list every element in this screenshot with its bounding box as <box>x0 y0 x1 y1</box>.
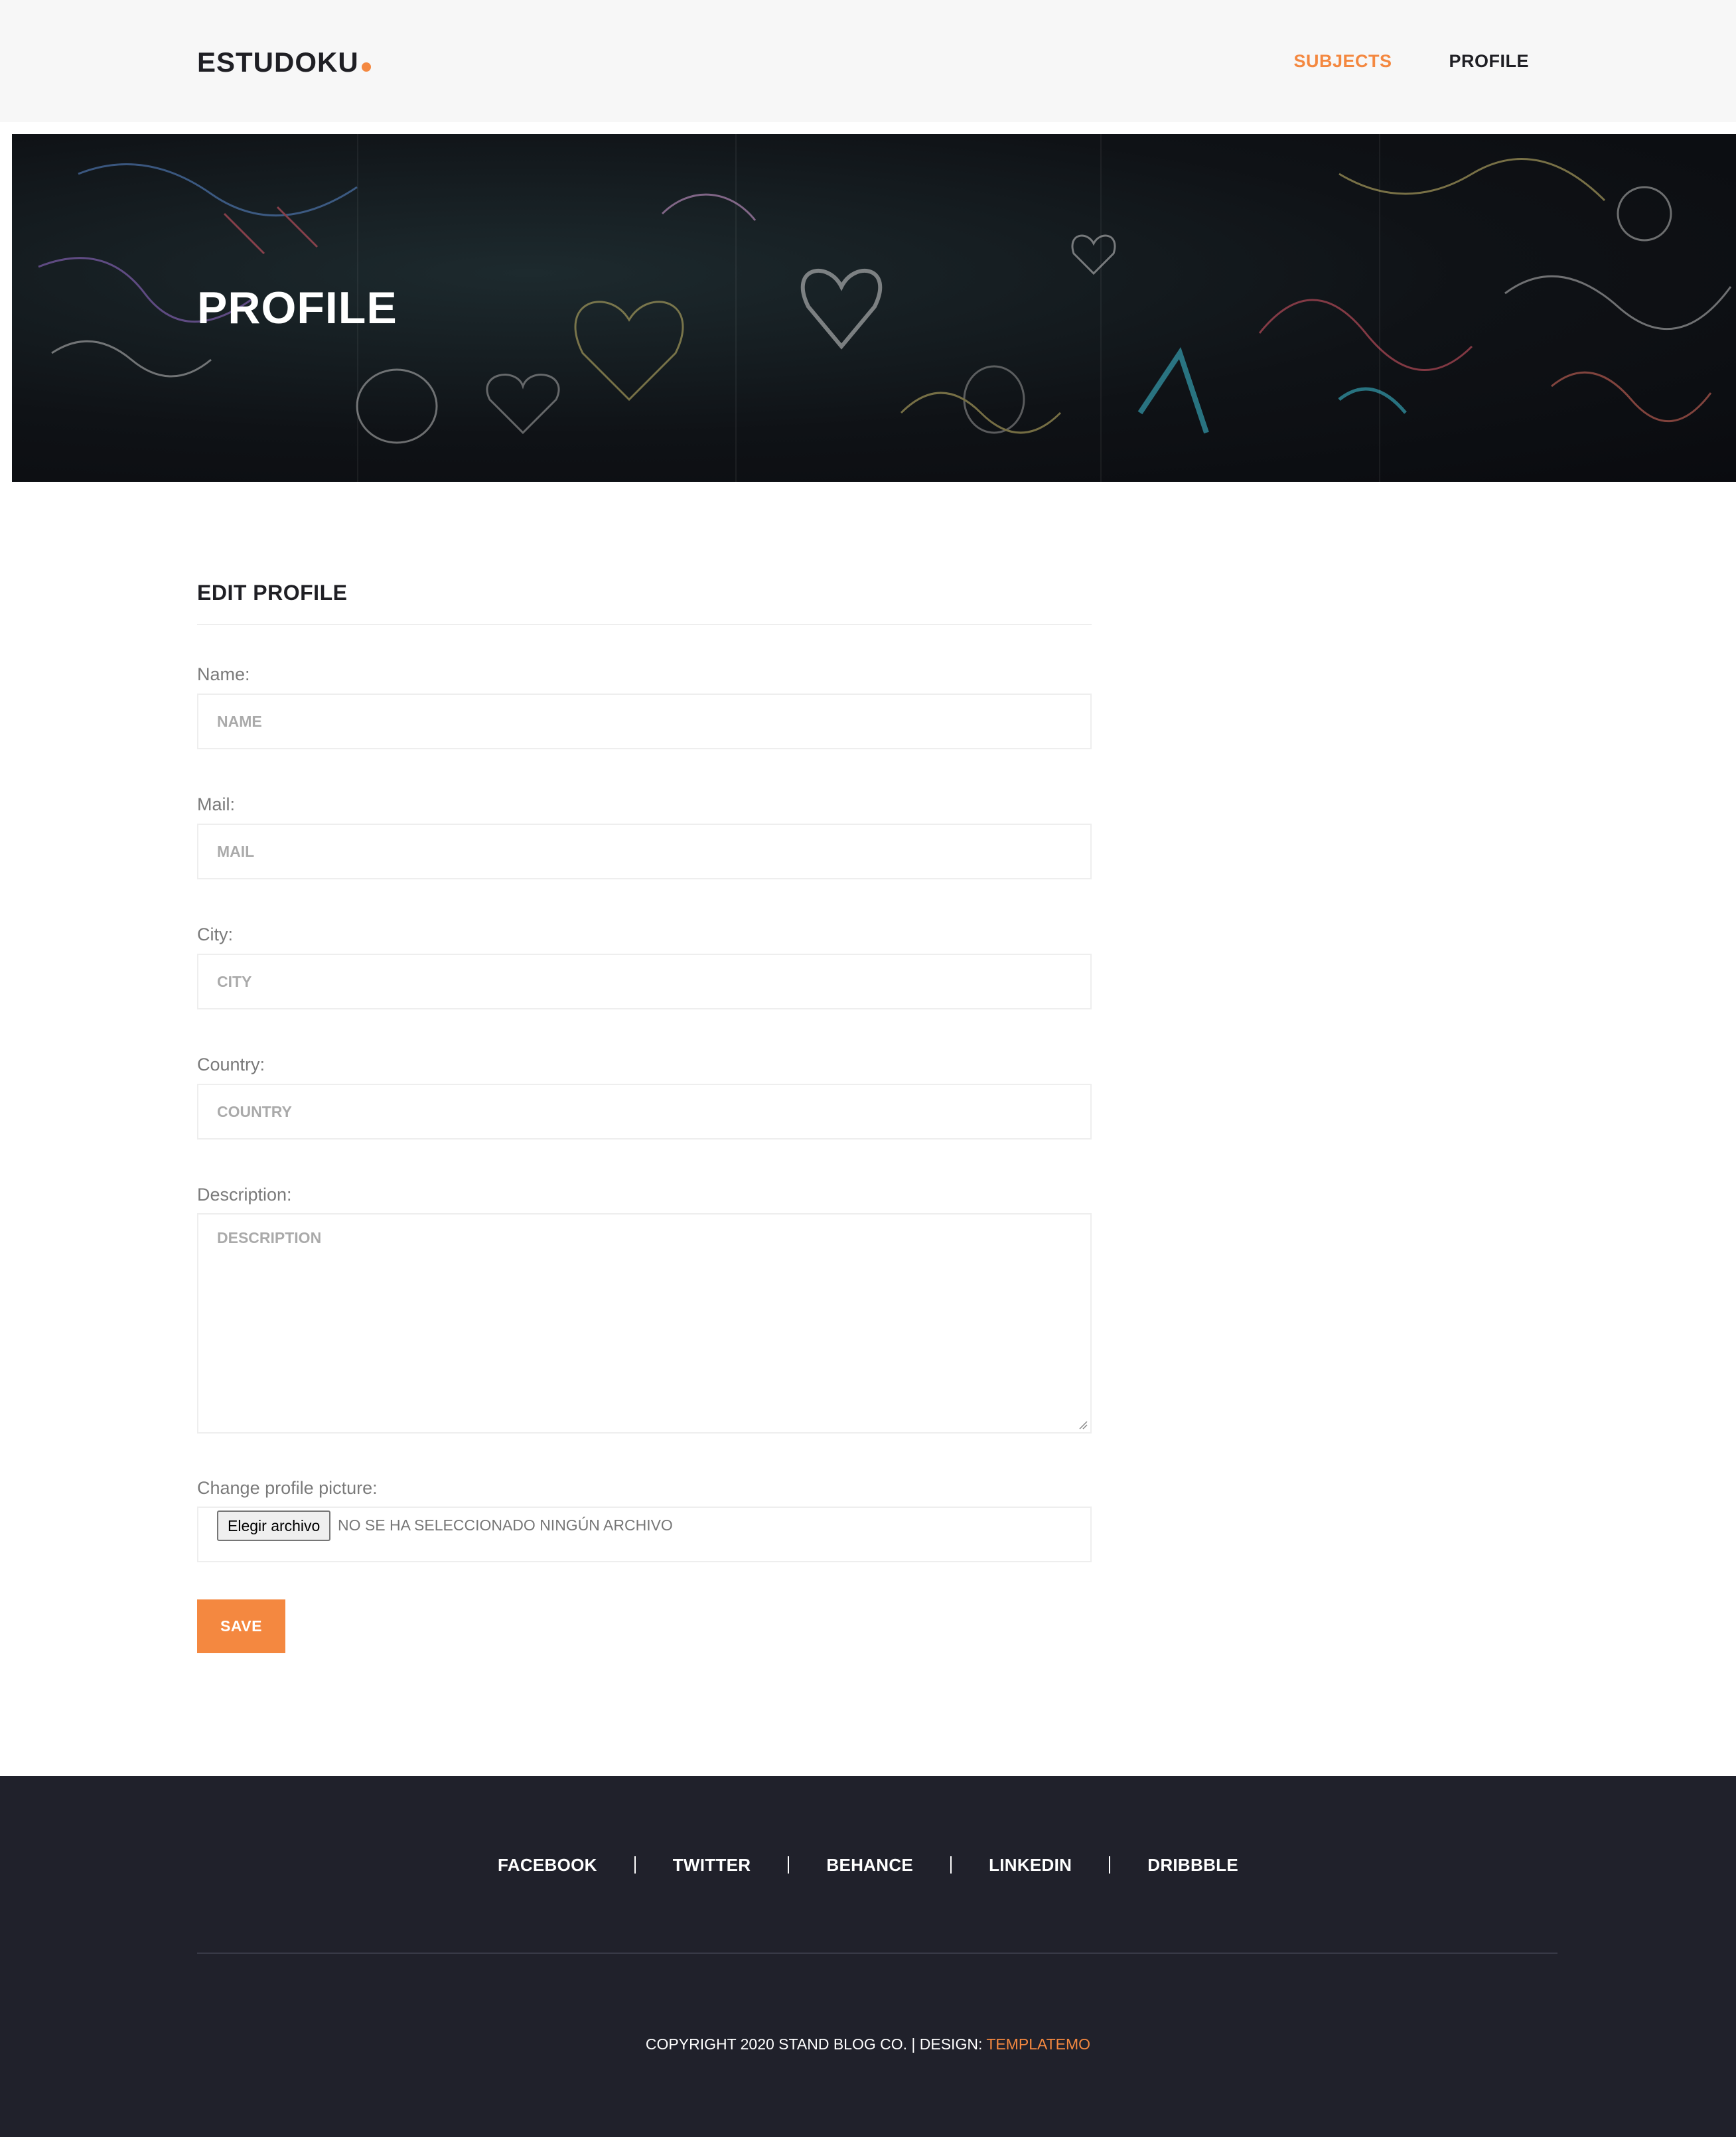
social-link-dribbble[interactable]: DRIBBBLE <box>1147 1852 1238 1878</box>
copyright: COPYRIGHT 2020 STAND BLOG CO. | DESIGN: … <box>0 2032 1736 2056</box>
separator <box>634 1856 636 1874</box>
name-label: Name: <box>197 664 250 684</box>
logo-text[interactable]: ESTUDOKU <box>197 46 359 78</box>
section-divider <box>197 624 1092 625</box>
social-link-behance[interactable]: BEHANCE <box>826 1852 913 1878</box>
description-textarea[interactable] <box>198 1215 1090 1432</box>
picture-label: Change profile picture: <box>197 1478 378 1498</box>
picture-file-field: Elegir archivo NO SE HA SELECCIONADO NIN… <box>197 1507 1092 1562</box>
name-field <box>197 694 1092 749</box>
separator <box>950 1856 952 1874</box>
description-field <box>197 1213 1092 1434</box>
country-label: Country: <box>197 1055 265 1074</box>
page-title: PROFILE <box>197 283 398 333</box>
site-logo[interactable]: ESTUDOKU <box>197 42 371 82</box>
site-footer: FACEBOOK TWITTER BEHANCE LINKEDIN DRIBBB… <box>0 1776 1736 2137</box>
mail-input[interactable] <box>198 825 1090 878</box>
design-credit-link[interactable]: TEMPLATEMO <box>986 2035 1090 2053</box>
name-input[interactable] <box>198 695 1090 748</box>
city-label: City: <box>197 924 233 944</box>
main-nav: SUBJECTS PROFILE <box>1293 48 1529 74</box>
nav-link-subjects[interactable]: SUBJECTS <box>1293 48 1392 74</box>
country-input[interactable] <box>198 1085 1090 1138</box>
section-title: EDIT PROFILE <box>197 581 348 605</box>
logo-dot-icon <box>361 62 371 72</box>
social-links: FACEBOOK TWITTER BEHANCE LINKEDIN DRIBBB… <box>0 1852 1736 1878</box>
resize-grip-icon[interactable] <box>1078 1420 1088 1430</box>
social-link-facebook[interactable]: FACEBOOK <box>498 1852 597 1878</box>
separator <box>788 1856 790 1874</box>
separator <box>1109 1856 1111 1874</box>
mail-field <box>197 824 1092 879</box>
city-field <box>197 954 1092 1009</box>
social-link-linkedin[interactable]: LINKEDIN <box>989 1852 1072 1878</box>
footer-divider <box>197 1953 1557 1954</box>
site-header: ESTUDOKU SUBJECTS PROFILE <box>0 0 1736 122</box>
page-banner: PROFILE <box>12 134 1736 482</box>
file-status-text: NO SE HA SELECCIONADO NINGÚN ARCHIVO <box>338 1516 673 1534</box>
copyright-text: COPYRIGHT 2020 STAND BLOG CO. | DESIGN: <box>645 2035 987 2053</box>
description-label: Description: <box>197 1185 292 1205</box>
choose-file-button[interactable]: Elegir archivo <box>217 1511 331 1541</box>
country-field <box>197 1084 1092 1140</box>
save-button[interactable]: SAVE <box>197 1599 285 1653</box>
social-link-twitter[interactable]: TWITTER <box>673 1852 751 1878</box>
nav-link-profile[interactable]: PROFILE <box>1449 48 1529 74</box>
mail-label: Mail: <box>197 794 236 814</box>
city-input[interactable] <box>198 955 1090 1008</box>
